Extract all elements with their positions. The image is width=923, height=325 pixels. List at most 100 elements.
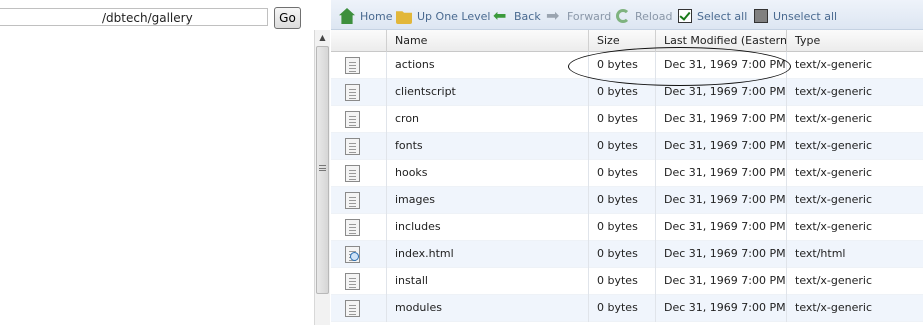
folder-tree-pane: Go [0,0,314,325]
file-modified-cell: Dec 31, 1969 7:00 PM [656,160,787,187]
file-list: Name Size Last Modified (Eastern St Type… [331,30,923,325]
generic-file-icon [345,273,360,290]
file-size-cell: 0 bytes [589,106,656,133]
table-row[interactable]: cron 0 bytes Dec 31, 1969 7:00 PM text/x-ge… [331,106,923,133]
file-modified-cell: Dec 31, 1969 7:00 PM [656,268,787,295]
generic-file-icon [345,219,360,236]
back-label: Back [514,9,541,23]
file-modified-cell: Dec 31, 1969 7:00 PM [656,214,787,241]
file-size-cell: 0 bytes [589,187,656,214]
file-type-cell: text/x-generic [795,166,873,179]
file-list-header: Name Size Last Modified (Eastern St Type [331,30,923,52]
file-type-cell: text/x-generic [795,301,873,314]
folder-up-icon [396,11,412,24]
forward-label: Forward [567,9,612,23]
column-header-icon[interactable] [331,30,387,52]
reload-label: Reload [635,9,673,23]
row-icon-cell [331,214,387,241]
scroll-thumb[interactable] [316,46,329,294]
forward-arrow-icon: ➡ [546,6,560,25]
row-icon-cell [331,106,387,133]
file-modified-cell: Dec 31, 1969 7:00 PM [656,295,787,322]
file-name-cell: cron [387,106,589,133]
file-name-cell: images [387,187,589,214]
file-size-cell: 0 bytes [589,79,656,106]
reload-button[interactable]: Reload [616,8,672,24]
file-rows: actions 0 bytes Dec 31, 1969 7:00 PM text/x… [331,52,923,322]
generic-file-icon [345,165,360,182]
home-button[interactable]: Home [339,8,392,24]
row-icon-cell [331,268,387,295]
back-button[interactable]: ⬅ Back [493,8,541,24]
file-type-cell: text/x-generic [795,58,873,71]
generic-file-icon [345,138,360,155]
table-row[interactable]: actions 0 bytes Dec 31, 1969 7:00 PM text/x… [331,52,923,79]
up-one-level-label: Up One Level [417,9,491,23]
html-file-icon [345,246,360,263]
row-icon-cell [331,79,387,106]
column-header-type[interactable]: Type [787,30,923,52]
file-name-cell: fonts [387,133,589,160]
file-type-cell: text/html [795,247,846,260]
file-toolbar: Home Up One Level ⬅ Back ➡ Forward Reloa… [331,0,923,30]
location-bar: Go [0,5,314,29]
unselect-all-label: Unselect all [773,9,838,23]
file-type-cell: text/x-generic [795,139,873,152]
file-modified-cell: Dec 31, 1969 7:00 PM [656,133,787,160]
generic-file-icon [345,84,360,101]
file-name-cell: clientscript [387,79,589,106]
unselect-all-button[interactable]: Unselect all [754,8,837,24]
checkbox-checked-icon [678,9,692,23]
row-icon-cell [331,52,387,79]
table-row[interactable]: install 0 bytes Dec 31, 1969 7:00 PM text/x… [331,268,923,295]
file-modified-cell: Dec 31, 1969 7:00 PM [656,187,787,214]
file-size-cell: 0 bytes [589,133,656,160]
scroll-up-arrow-icon[interactable]: ▲ [315,30,330,46]
column-header-name[interactable]: Name [387,30,589,52]
column-header-modified[interactable]: Last Modified (Eastern St [656,30,787,52]
file-type-cell: text/x-generic [795,274,873,287]
table-row[interactable]: images 0 bytes Dec 31, 1969 7:00 PM text/x-… [331,187,923,214]
file-name-cell: actions [387,52,589,79]
file-size-cell: 0 bytes [589,295,656,322]
generic-file-icon [345,57,360,74]
file-type-cell: text/x-generic [795,220,873,233]
file-type-cell: text/x-generic [795,112,873,125]
file-size-cell: 0 bytes [589,268,656,295]
reload-icon [616,9,630,23]
home-label: Home [360,9,393,23]
file-type-cell: text/x-generic [795,193,873,206]
table-row[interactable]: clientscript 0 bytes Dec 31, 1969 7:00 PM t… [331,79,923,106]
generic-file-icon [345,111,360,128]
file-type-cell: text/x-generic [795,85,873,98]
generic-file-icon [345,300,360,317]
file-modified-cell: Dec 31, 1969 7:00 PM [656,79,787,106]
file-name-cell: index.html [387,241,589,268]
home-icon [339,8,355,24]
path-input[interactable] [0,8,268,26]
go-button[interactable]: Go [274,7,301,29]
table-row[interactable]: index.html 0 bytes Dec 31, 1969 7:00 PM tex… [331,241,923,268]
row-icon-cell [331,241,387,268]
table-row[interactable]: fonts 0 bytes Dec 31, 1969 7:00 PM text/x-g… [331,133,923,160]
select-all-label: Select all [697,9,748,23]
vertical-scrollbar[interactable]: ▲ [314,30,330,325]
table-row[interactable]: includes 0 bytes Dec 31, 1969 7:00 PM text/… [331,214,923,241]
file-size-cell: 0 bytes [589,160,656,187]
file-name-cell: includes [387,214,589,241]
file-size-cell: 0 bytes [589,52,656,79]
select-all-button[interactable]: Select all [678,8,747,24]
checkbox-unchecked-icon [754,9,768,23]
forward-button[interactable]: ➡ Forward [546,8,611,24]
table-row[interactable]: hooks 0 bytes Dec 31, 1969 7:00 PM text/x-g… [331,160,923,187]
file-size-cell: 0 bytes [589,241,656,268]
up-one-level-button[interactable]: Up One Level [396,8,490,24]
row-icon-cell [331,295,387,322]
column-header-size[interactable]: Size [589,30,656,52]
file-name-cell: install [387,268,589,295]
row-icon-cell [331,187,387,214]
generic-file-icon [345,192,360,209]
table-row[interactable]: modules 0 bytes Dec 31, 1969 7:00 PM text/x… [331,295,923,322]
file-modified-cell: Dec 31, 1969 7:00 PM [656,106,787,133]
scroll-grip-icon [319,165,326,171]
